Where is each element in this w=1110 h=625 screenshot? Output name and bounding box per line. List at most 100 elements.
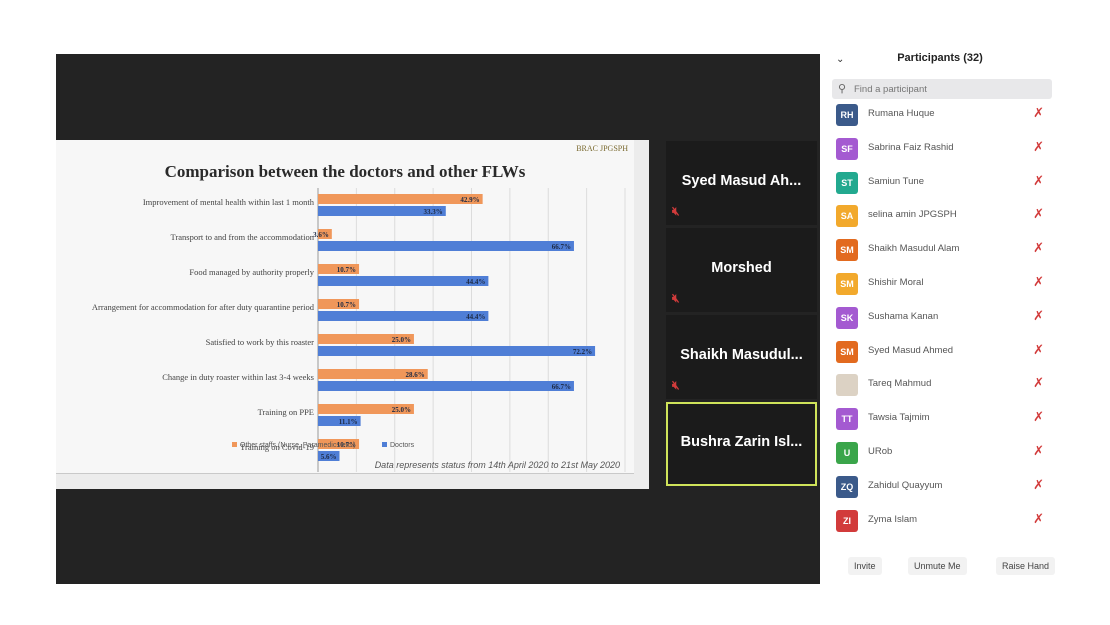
video-tile[interactable]: Morshed 🔇︎ xyxy=(666,228,817,312)
mic-muted-icon[interactable]: ✗ xyxy=(1033,375,1044,391)
bar-data-label: 3.6% xyxy=(313,231,329,239)
avatar: U xyxy=(836,442,858,464)
participant-row[interactable]: TT Tawsia Tajmim ✗ xyxy=(824,403,1056,433)
category-label: Transport to and from the accommodation xyxy=(171,232,315,242)
bar-data-label: 25.0% xyxy=(392,336,411,344)
category-label: Improvement of mental health within last… xyxy=(143,197,315,207)
avatar: TT xyxy=(836,408,858,431)
legend-label: Other staffs (Nurse, Paramedics etc.) xyxy=(240,442,355,449)
participant-row[interactable]: SM Syed Masud Ahmed ✗ xyxy=(824,336,1056,366)
mic-muted-icon[interactable]: ✗ xyxy=(1033,240,1044,256)
bar-data-label: 72.2% xyxy=(573,348,592,356)
bar xyxy=(318,381,574,391)
avatar: SM xyxy=(836,340,858,363)
avatar: SM xyxy=(836,239,858,262)
participant-name: Sabrina Faiz Rashid xyxy=(868,141,954,153)
legend-swatch xyxy=(382,442,387,447)
bar-data-label: 10.7% xyxy=(337,301,356,309)
participant-row[interactable]: SM Shaikh Masudul Alam ✗ xyxy=(824,234,1056,264)
bar-data-label: 44.4% xyxy=(466,313,485,321)
mic-muted-icon[interactable]: ✗ xyxy=(1033,342,1044,358)
participant-name: Syed Masud Ahmed xyxy=(868,344,954,356)
participant-name: Samiun Tune xyxy=(868,175,924,187)
video-tile[interactable]: Shaikh Masudul... 🔇︎ xyxy=(666,315,817,399)
mic-muted-icon[interactable]: ✗ xyxy=(1033,409,1044,425)
avatar: SK xyxy=(836,306,858,329)
slide: BRAC JPGSPH Comparison between the docto… xyxy=(56,140,634,474)
mic-muted-icon[interactable]: ✗ xyxy=(1033,206,1044,222)
participant-row[interactable]: SK Sushama Kanan ✗ xyxy=(824,302,1056,332)
participant-name: Zyma Islam xyxy=(868,513,918,525)
participant-name: Shaikh Masudul Alam xyxy=(868,243,960,255)
participant-name: Tareq Mahmud xyxy=(868,378,932,390)
bar-data-label: 33.3% xyxy=(424,208,443,216)
bar xyxy=(318,276,489,286)
mic-muted-icon[interactable]: ✗ xyxy=(1033,173,1044,189)
mic-muted-icon[interactable]: ✗ xyxy=(1033,308,1044,324)
slide-divider xyxy=(56,473,634,474)
video-tile-active-speaker[interactable]: Bushra Zarin Isl... xyxy=(666,402,817,486)
bar-data-label: 66.7% xyxy=(552,243,571,251)
participants-title: Participants (32) xyxy=(897,52,983,64)
legend-swatch xyxy=(232,442,237,447)
mic-muted-icon[interactable]: ✗ xyxy=(1033,105,1044,121)
participant-row[interactable]: SA selina amin JPGSPH ✗ xyxy=(824,200,1056,230)
tile-name: Syed Masud Ah... xyxy=(681,173,802,189)
participant-search[interactable]: ⚲ xyxy=(832,79,1052,99)
participant-name: Rumana Huque xyxy=(868,108,935,119)
search-icon: ⚲ xyxy=(838,83,847,95)
bar-data-label: 42.9% xyxy=(460,196,479,204)
participant-name: Tawsia Tajmim xyxy=(868,412,930,424)
bar xyxy=(318,346,596,356)
participant-row[interactable]: SM Shishir Moral ✗ xyxy=(824,268,1056,298)
participant-name: selina amin JPGSPH xyxy=(868,209,957,221)
participant-search-input[interactable] xyxy=(852,81,1046,98)
mic-muted-icon: 🔇︎ xyxy=(672,378,680,392)
mic-muted-icon: 🔇︎ xyxy=(672,291,680,305)
mic-muted-icon[interactable]: ✗ xyxy=(1033,477,1044,493)
participant-row[interactable]: ST Samiun Tune ✗ xyxy=(824,167,1056,197)
participants-header: ⌄ Participants (32) xyxy=(824,52,1056,72)
avatar: SF xyxy=(836,137,858,160)
video-tile[interactable]: Syed Masud Ah... 🔇︎ xyxy=(666,141,817,225)
category-label: Arrangement for accommodation for after … xyxy=(92,302,315,312)
participant-row[interactable]: SF Sabrina Faiz Rashid ✗ xyxy=(824,133,1056,163)
participants-panel: ⌄ Participants (32) ⚲ RHRumana Huque✗SFS… xyxy=(824,44,1056,584)
participant-name: Zahidul Quayyum xyxy=(868,479,943,491)
avatar: ST xyxy=(836,171,858,194)
avatar: RH xyxy=(836,104,858,126)
mic-muted-icon[interactable]: ✗ xyxy=(1033,511,1044,527)
mic-muted-icon: 🔇︎ xyxy=(672,204,680,218)
participant-row[interactable]: ZQ Zahidul Quayyum ✗ xyxy=(824,471,1056,501)
raise-hand-button[interactable]: Raise Hand xyxy=(996,557,1056,575)
invite-button[interactable]: Invite xyxy=(848,557,882,575)
category-label: Training on PPE xyxy=(258,407,314,417)
participant-row[interactable]: ZI Zyma Islam ✗ xyxy=(824,505,1056,535)
legend-label: Doctors xyxy=(390,442,415,449)
bar xyxy=(318,311,489,321)
unmute-me-button[interactable]: Unmute Me xyxy=(908,557,967,575)
tile-name: Morshed xyxy=(711,260,772,276)
bar-data-label: 10.7% xyxy=(337,266,356,274)
mic-muted-icon[interactable]: ✗ xyxy=(1033,274,1044,290)
bar-data-label: 28.6% xyxy=(406,371,425,379)
category-label: Food managed by authority properly xyxy=(189,267,314,277)
slide-footnote: Data represents status from 14th April 2… xyxy=(374,460,620,470)
shared-screen: BRAC JPGSPH Comparison between the docto… xyxy=(56,140,649,489)
participant-name: Sushama Kanan xyxy=(868,310,939,322)
tile-name: Shaikh Masudul... xyxy=(680,347,803,363)
category-label: Satisfied to work by this roaster xyxy=(206,337,315,347)
bar-data-label: 44.4% xyxy=(466,278,485,286)
bar-data-label: 25.0% xyxy=(392,406,411,414)
participant-row[interactable]: Tareq Mahmud ✗ xyxy=(824,369,1056,399)
bar xyxy=(318,241,574,251)
tile-name: Bushra Zarin Isl... xyxy=(680,434,803,450)
participant-row[interactable]: RH Rumana Huque ✗ xyxy=(824,99,1056,129)
bar-chart: 0.0%10.0%20.0%30.0%40.0%50.0%60.0%70.0%8… xyxy=(92,188,626,472)
mic-muted-icon[interactable]: ✗ xyxy=(1033,443,1044,459)
bar-data-label: 66.7% xyxy=(552,383,571,391)
bar-data-label: 5.6% xyxy=(321,453,337,461)
mic-muted-icon[interactable]: ✗ xyxy=(1033,139,1044,155)
participant-row[interactable]: U URob ✗ xyxy=(824,437,1056,467)
bar-data-label: 11.1% xyxy=(339,418,358,426)
